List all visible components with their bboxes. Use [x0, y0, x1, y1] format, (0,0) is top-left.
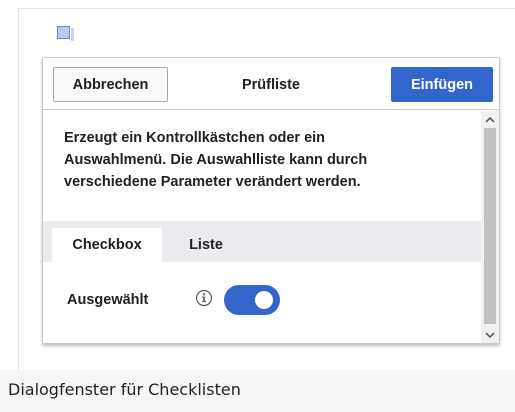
checkbox-placeholder-icon[interactable]: [57, 26, 74, 43]
image-caption: Dialogfenster für Checklisten: [8, 380, 241, 399]
cancel-button[interactable]: Abbrechen: [53, 67, 168, 102]
selected-field-label: Ausgewählt: [67, 292, 149, 308]
checklist-dialog: Abbrechen Prüfliste Einfügen Erzeugt ein…: [42, 57, 500, 344]
description-line: Erzeugt ein Kontrollkästchen oder ein: [64, 130, 326, 146]
description-line: verschiedene Parameter verändert werden.: [64, 174, 361, 190]
tab-checkbox[interactable]: Checkbox: [52, 228, 162, 262]
scroll-down-arrow-icon[interactable]: [481, 326, 499, 343]
scrollbar-thumb[interactable]: [484, 128, 496, 324]
dialog-body: Erzeugt ein Kontrollkästchen oder ein Au…: [43, 111, 481, 343]
tab-liste[interactable]: Liste: [171, 228, 241, 262]
dialog-description: Erzeugt ein Kontrollkästchen oder ein Au…: [64, 127, 464, 193]
screenshot-frame: Abbrechen Prüfliste Einfügen Erzeugt ein…: [0, 0, 515, 370]
caption-bar: Dialogfenster für Checklisten: [0, 370, 515, 412]
frame-border-top: [18, 8, 515, 9]
info-icon[interactable]: [195, 289, 213, 307]
toggle-knob: [255, 291, 273, 309]
dialog-header: Abbrechen Prüfliste Einfügen: [43, 58, 499, 110]
selected-toggle-switch[interactable]: [224, 285, 280, 315]
insert-button[interactable]: Einfügen: [391, 67, 493, 102]
checkbox-placeholder-box: [57, 26, 70, 39]
scroll-up-arrow-icon[interactable]: [481, 111, 499, 128]
dialog-scrollbar[interactable]: [481, 111, 499, 343]
checkbox-placeholder-shadow: [71, 28, 74, 41]
tab-bar: Checkbox Liste: [43, 221, 481, 262]
frame-border-left: [18, 8, 19, 370]
dialog-title: Prüfliste: [241, 76, 300, 93]
description-line: Auswahlmenü. Die Auswahlliste kann durch: [64, 152, 368, 168]
